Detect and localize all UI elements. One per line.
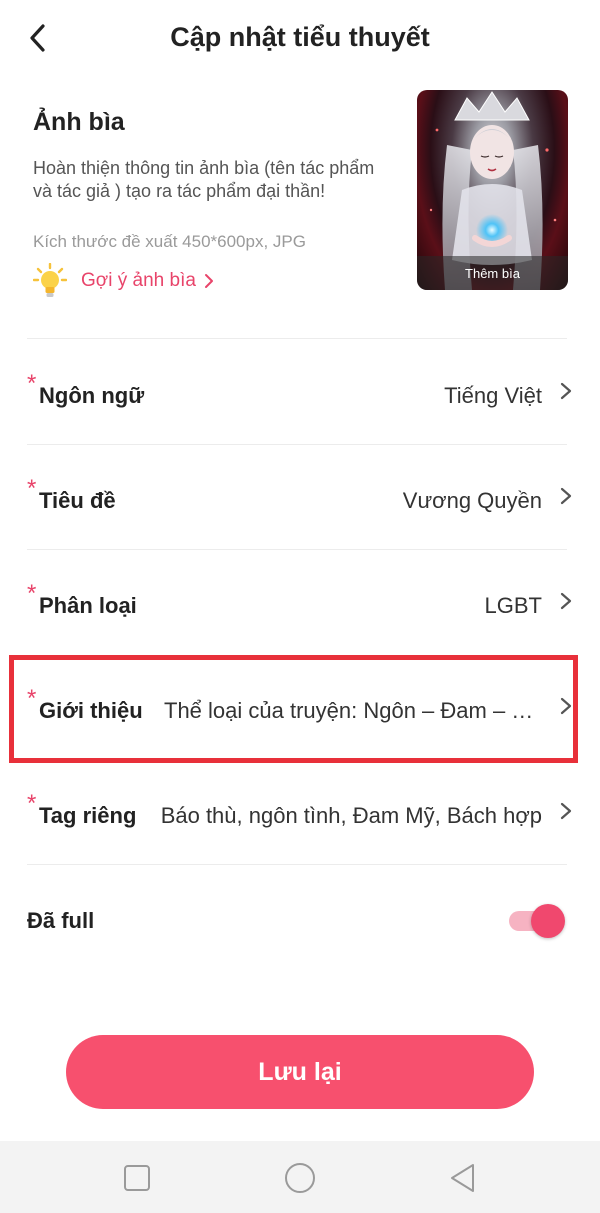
completed-row: Đã full bbox=[27, 866, 577, 971]
toggle-knob bbox=[531, 904, 565, 938]
completed-toggle[interactable] bbox=[509, 903, 565, 938]
app-header: Cập nhật tiểu thuyết bbox=[0, 0, 600, 78]
required-mark: * bbox=[27, 475, 37, 502]
field-value-category: LGBT bbox=[484, 593, 542, 618]
required-mark: * bbox=[27, 370, 37, 397]
cover-size-hint: Kích thước đề xuất 450*600px, JPG bbox=[33, 232, 306, 251]
cover-thumbnail[interactable]: Thêm bìa bbox=[417, 90, 568, 290]
field-value-introduction: Thể loại của truyện: Ngôn – Đam – Bách –… bbox=[164, 698, 542, 723]
required-mark: * bbox=[27, 685, 37, 712]
add-cover-label: Thêm bìa bbox=[465, 266, 520, 281]
field-row-category[interactable]: * Phân loại LGBT bbox=[27, 551, 577, 656]
page-title: Cập nhật tiểu thuyết bbox=[170, 22, 430, 52]
field-label-language: Ngôn ngữ bbox=[39, 383, 145, 408]
chevron-right-icon bbox=[204, 274, 213, 288]
divider bbox=[27, 444, 567, 445]
field-label-introduction: Giới thiệu bbox=[39, 698, 143, 723]
cover-section: Ảnh bìa Hoàn thiện thông tin ảnh bìa (tê… bbox=[33, 90, 568, 297]
field-row-title[interactable]: * Tiêu đề Vương Quyền bbox=[27, 446, 577, 551]
chevron-right-icon bbox=[560, 592, 572, 610]
required-mark: * bbox=[27, 580, 37, 607]
chevron-right-icon bbox=[560, 487, 572, 505]
required-mark: * bbox=[27, 790, 37, 817]
field-label-category: Phân loại bbox=[39, 593, 137, 618]
chevron-right-icon bbox=[560, 802, 572, 820]
field-value-language: Tiếng Việt bbox=[444, 383, 542, 408]
field-row-tags[interactable]: * Tag riêng Báo thù, ngôn tình, Đam Mỹ, … bbox=[27, 761, 577, 866]
system-nav-bar bbox=[0, 1141, 600, 1213]
field-label-tags: Tag riêng bbox=[39, 803, 137, 828]
divider bbox=[27, 864, 567, 865]
cover-suggestion-label: Gợi ý ảnh bìa bbox=[81, 270, 196, 291]
field-value-title: Vương Quyền bbox=[402, 488, 542, 513]
lightbulb-icon bbox=[33, 263, 67, 297]
square-icon[interactable] bbox=[120, 1161, 154, 1195]
cover-heading: Ảnh bìa bbox=[33, 108, 125, 136]
triangle-back-icon[interactable] bbox=[446, 1161, 480, 1195]
divider bbox=[27, 338, 567, 339]
chevron-right-icon bbox=[560, 697, 572, 715]
divider bbox=[27, 549, 567, 550]
completed-label: Đã full bbox=[27, 908, 95, 933]
field-row-introduction[interactable]: * Giới thiệu Thể loại của truyện: Ngôn –… bbox=[27, 656, 577, 761]
cover-description: Hoàn thiện thông tin ảnh bìa (tên tác ph… bbox=[33, 158, 375, 201]
field-label-title: Tiêu đề bbox=[39, 488, 116, 513]
field-row-language[interactable]: * Ngôn ngữ Tiếng Việt bbox=[27, 341, 577, 446]
field-value-tags: Báo thù, ngôn tình, Đam Mỹ, Bách hợp bbox=[160, 803, 542, 828]
chevron-right-icon bbox=[560, 382, 572, 400]
cover-suggestion-link[interactable]: Gợi ý ảnh bìa bbox=[33, 263, 214, 299]
circle-icon[interactable] bbox=[283, 1161, 317, 1195]
save-button[interactable]: Lưu lại bbox=[66, 1035, 534, 1109]
